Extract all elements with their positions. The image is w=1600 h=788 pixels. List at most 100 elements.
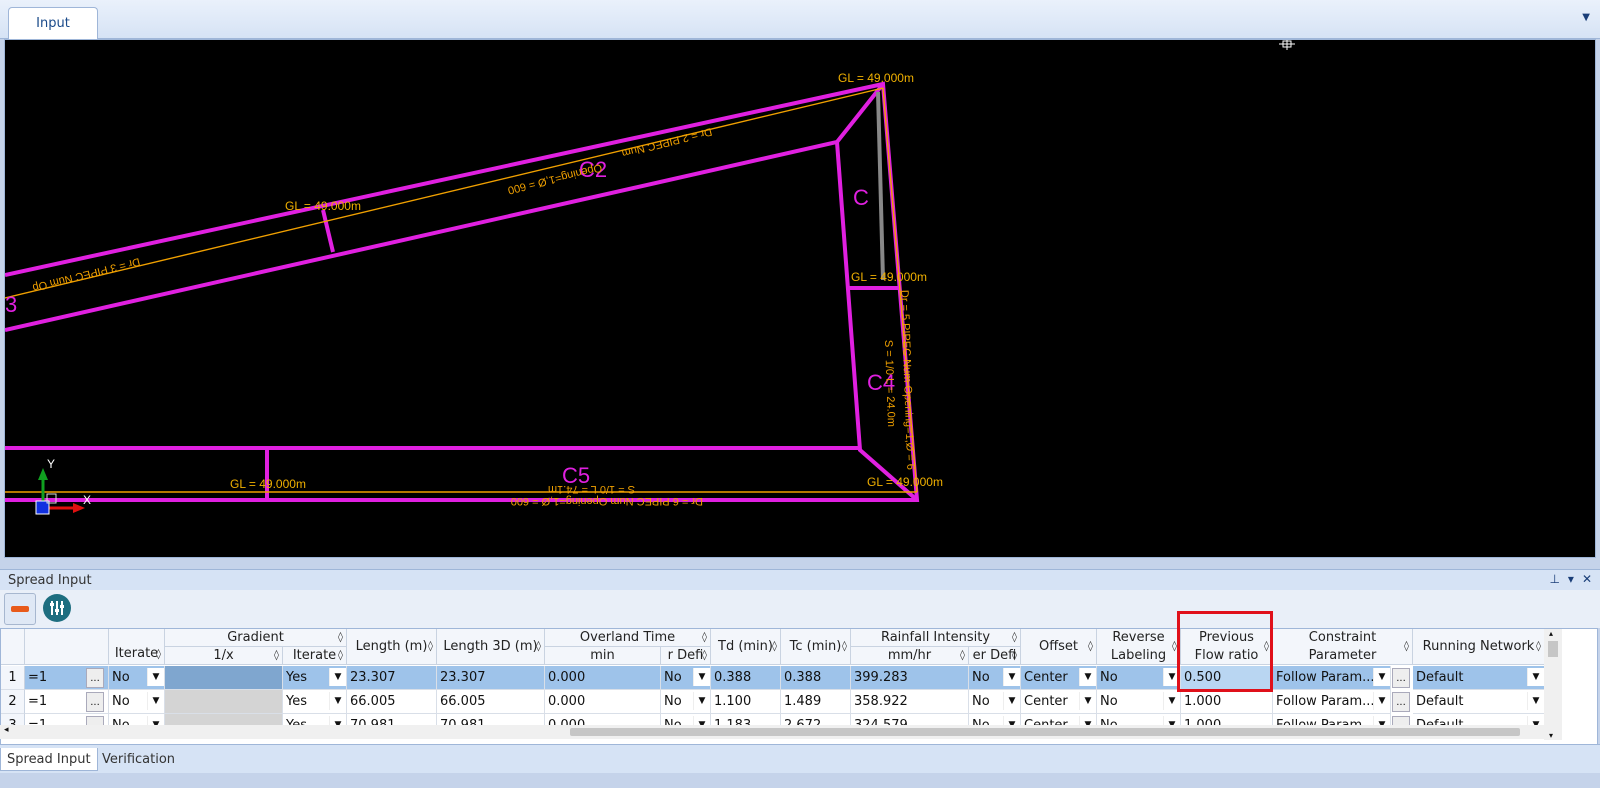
cell-iterate[interactable]: No ▼ [109,690,165,714]
header-iterate-2[interactable]: Iterate ◊ [283,647,347,665]
cell-grad-iter[interactable]: Yes ▼ [283,666,347,690]
cell-value: 0.388 [714,670,752,685]
cell-prev[interactable]: 0.500 [1181,666,1273,690]
cell-value: =1 [28,670,48,685]
scroll-left-icon[interactable]: ◂ [4,725,9,735]
cell-length3d[interactable]: 66.005 [437,690,545,714]
tab-input[interactable]: Input [8,7,98,39]
cell-length[interactable]: 66.005 [347,690,437,714]
tab-verification[interactable]: Verification [96,748,181,770]
horizontal-scrollbar[interactable]: ◂ ▸ [0,725,1556,739]
tab-spread-input[interactable]: Spread Input [0,748,98,771]
dropdown-arrow-icon[interactable]: ▼ [1003,692,1020,710]
tab-input-label: Input [36,16,70,31]
dropdown-arrow-icon[interactable]: ▼ [147,668,164,686]
header-iterate-1[interactable]: Iterate ◊ [109,629,165,665]
header-reverse-labeling[interactable]: Reverse Labeling ◊ [1097,629,1181,665]
gl-label-3: GL = 49.000m [851,270,927,284]
cell-id[interactable]: =1... [25,690,109,714]
gl-label-2: GL = 49.000m [285,199,361,213]
dropdown-arrow-icon[interactable]: ▼ [329,668,346,686]
cell-tc[interactable]: 0.388 [781,666,851,690]
constraint-ellipsis-button[interactable]: ... [1392,668,1410,688]
cell-grad-iter[interactable]: Yes ▼ [283,690,347,714]
header-one-over-x[interactable]: 1/x ◊ [165,647,283,665]
pin-icon[interactable]: ⊥ [1549,572,1559,586]
ellipsis-button[interactable]: ... [86,668,104,688]
tab-list-dropdown-icon[interactable]: ▼ [1582,12,1590,23]
cell-length[interactable]: 23.307 [347,666,437,690]
vertical-scrollbar[interactable]: ▴ ▾ [1544,629,1562,740]
header-length-3d[interactable]: Length 3D (m) ◊ [437,629,545,665]
dropdown-arrow-icon[interactable]: ▼ [1163,692,1180,710]
dropdown-arrow-icon[interactable]: ▼ [1079,692,1096,710]
header-min[interactable]: min [545,647,661,665]
settings-button[interactable] [42,593,72,623]
cell-offset[interactable]: Center ▼ [1021,666,1097,690]
header-tc[interactable]: Tc (min) ◊ [781,629,851,665]
cell-running[interactable]: Default ▼ [1413,666,1545,690]
cell-reverse[interactable]: No ▼ [1097,690,1181,714]
cell-value: 66.005 [350,694,396,709]
cell-value: Follow Param... [1276,694,1375,709]
header-user-defined-2[interactable]: er Defi ◊ [969,647,1021,665]
panel-menu-icon[interactable]: ▾ [1568,572,1574,586]
cell-value: Default [1416,694,1464,709]
cell-rain[interactable]: 358.922 [851,690,969,714]
dropdown-arrow-icon[interactable]: ▼ [1373,668,1390,686]
ellipsis-button[interactable]: ... [86,692,104,712]
constraint-ellipsis-button[interactable]: ... [1392,692,1410,712]
gl-label-1: GL = 49.000m [838,71,914,85]
close-icon[interactable]: ✕ [1582,572,1592,586]
cell-iterate[interactable]: No ▼ [109,666,165,690]
row-number[interactable]: 1 [1,666,25,690]
dropdown-arrow-icon[interactable]: ▼ [1003,668,1020,686]
header-previous-flow-ratio[interactable]: Previous Flow ratio ◊ [1181,629,1273,665]
cell-prev[interactable]: 1.000 [1181,690,1273,714]
header-constraint-parameter[interactable]: Constraint Parameter ◊ [1273,629,1413,665]
cell-overland[interactable]: 0.000 [545,666,661,690]
cell-running[interactable]: Default ▼ [1413,690,1545,714]
cell-length3d[interactable]: 23.307 [437,666,545,690]
spread-input-grid[interactable]: Iterate ◊ Gradient ◊ 1/x ◊ Iterate ◊ Length … [0,628,1598,759]
header-mm-hr[interactable]: mm/hr ◊ [851,647,969,665]
dropdown-arrow-icon[interactable]: ▼ [693,692,710,710]
dropdown-arrow-icon[interactable]: ▼ [1373,692,1390,710]
scroll-up-icon[interactable]: ▴ [1549,629,1553,638]
header-td[interactable]: Td (min) ◊ [711,629,781,665]
cell-constraint[interactable]: Follow Param...▼ [1273,666,1391,690]
cell-td[interactable]: 0.388 [711,666,781,690]
cell-td[interactable]: 1.100 [711,690,781,714]
cell-ud2[interactable]: No ▼ [969,666,1021,690]
horizontal-scroll-thumb[interactable] [570,728,1520,736]
cell-offset[interactable]: Center ▼ [1021,690,1097,714]
header-user-defined-1[interactable]: r Defi ◊ [661,647,711,665]
remove-button[interactable] [4,593,36,625]
header-length[interactable]: Length (m) ◊ [347,629,437,665]
scroll-down-icon[interactable]: ▾ [1549,731,1553,740]
cell-value: No [664,670,682,685]
cell-reverse[interactable]: No ▼ [1097,666,1181,690]
row-number[interactable]: 2 [1,690,25,714]
cell-ud2[interactable]: No ▼ [969,690,1021,714]
header-offset[interactable]: Offset ◊ [1021,629,1097,665]
dropdown-arrow-icon[interactable]: ▼ [147,692,164,710]
header-running-network[interactable]: Running Network ◊ [1413,629,1545,665]
cell-overland[interactable]: 0.000 [545,690,661,714]
cell-ud1[interactable]: No ▼ [661,690,711,714]
cell-id[interactable]: =1... [25,666,109,690]
vertical-scroll-thumb[interactable] [1548,641,1558,657]
dropdown-arrow-icon[interactable]: ▼ [1527,692,1544,710]
cell-constraint[interactable]: Follow Param...▼ [1273,690,1391,714]
dropdown-arrow-icon[interactable]: ▼ [693,668,710,686]
cell-tc[interactable]: 1.489 [781,690,851,714]
dropdown-arrow-icon[interactable]: ▼ [1163,668,1180,686]
dropdown-arrow-icon[interactable]: ▼ [1527,668,1544,686]
dropdown-arrow-icon[interactable]: ▼ [329,692,346,710]
dropdown-arrow-icon[interactable]: ▼ [1079,668,1096,686]
cell-value: Yes [286,694,307,709]
cell-value: 1.100 [714,694,752,709]
cell-ud1[interactable]: No ▼ [661,666,711,690]
cell-rain[interactable]: 399.283 [851,666,969,690]
cad-viewport[interactable]: C2 C C4 C5 3 GL = 49.000m GL = 49.000m G… [4,39,1596,558]
